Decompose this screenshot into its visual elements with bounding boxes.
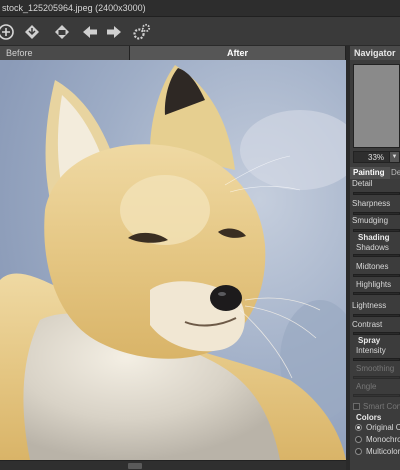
tab-after[interactable]: After	[130, 46, 346, 60]
multicolor-label: Multicolor	[366, 447, 400, 456]
highlights-slider[interactable]	[353, 292, 400, 295]
smart-contrast-label: Smart Contrast	[363, 402, 400, 411]
print-icon[interactable]	[52, 22, 72, 42]
tab-decoration[interactable]: Decoration	[390, 167, 400, 179]
image-canvas[interactable]	[0, 60, 346, 460]
horizontal-scrollbar[interactable]	[0, 460, 346, 470]
param-contrast-label: Contrast	[352, 320, 383, 329]
param-highlights-label: Highlights	[356, 280, 392, 289]
contrast-slider[interactable]	[353, 332, 400, 335]
toolbar	[0, 17, 400, 46]
tab-painting[interactable]: Painting	[350, 167, 390, 179]
radio-multicolor[interactable]	[355, 448, 362, 455]
navigator-preview[interactable]	[353, 64, 400, 148]
redo-icon[interactable]	[104, 22, 124, 42]
fox-painting	[0, 60, 346, 460]
settings-panel: Navigator 33% ▼ Painting Decoration Deta…	[350, 46, 400, 470]
param-intensity-label: Intensity	[356, 346, 386, 355]
lightness-slider[interactable]	[353, 314, 400, 317]
settings-icon[interactable]	[132, 22, 152, 42]
param-sharpness-label: Sharpness	[352, 199, 391, 208]
shading-group-title: Shading	[358, 233, 390, 242]
navigator-header: Navigator	[350, 46, 400, 60]
original-colors-label: Original Colors	[366, 423, 400, 432]
shadows-slider[interactable]	[353, 254, 400, 257]
detail-slider[interactable]	[353, 192, 400, 195]
intensity-slider[interactable]	[353, 358, 400, 361]
title-bar: stock_125205964.jpeg (2400x3000)	[0, 0, 400, 17]
scroll-thumb[interactable]	[128, 463, 142, 469]
param-detail-label: Detail	[352, 179, 373, 188]
tab-before[interactable]: Before	[0, 46, 130, 60]
undo-icon[interactable]	[80, 22, 100, 42]
open-icon[interactable]	[0, 22, 16, 42]
save-icon[interactable]	[22, 22, 42, 42]
monochrome-label: Monochrome	[366, 435, 400, 444]
smart-contrast-checkbox[interactable]	[353, 403, 360, 410]
spray-group-title: Spray	[358, 336, 381, 345]
midtones-slider[interactable]	[353, 274, 400, 277]
chevron-down-icon[interactable]: ▼	[389, 152, 399, 162]
param-smoothing-label: Smoothing	[356, 364, 395, 373]
zoom-value: 33%	[368, 153, 385, 162]
smudging-slider[interactable]	[353, 229, 400, 232]
view-tabs: Before After	[0, 46, 346, 60]
smoothing-slider[interactable]	[353, 376, 400, 379]
param-midtones-label: Midtones	[356, 262, 389, 271]
param-shadows-label: Shadows	[356, 243, 389, 252]
panel-tabs: Painting Decoration	[350, 167, 400, 179]
radio-monochrome[interactable]	[355, 436, 362, 443]
zoom-select[interactable]: 33% ▼	[353, 151, 400, 163]
param-smudging-label: Smudging	[352, 216, 389, 225]
param-angle-label: Angle	[356, 382, 377, 391]
sharpness-slider[interactable]	[353, 212, 400, 215]
radio-original-colors[interactable]	[355, 424, 362, 431]
param-lightness-label: Lightness	[352, 301, 387, 310]
window-title: stock_125205964.jpeg (2400x3000)	[2, 3, 146, 13]
colors-group-title: Colors	[356, 413, 382, 422]
angle-slider[interactable]	[353, 394, 400, 397]
